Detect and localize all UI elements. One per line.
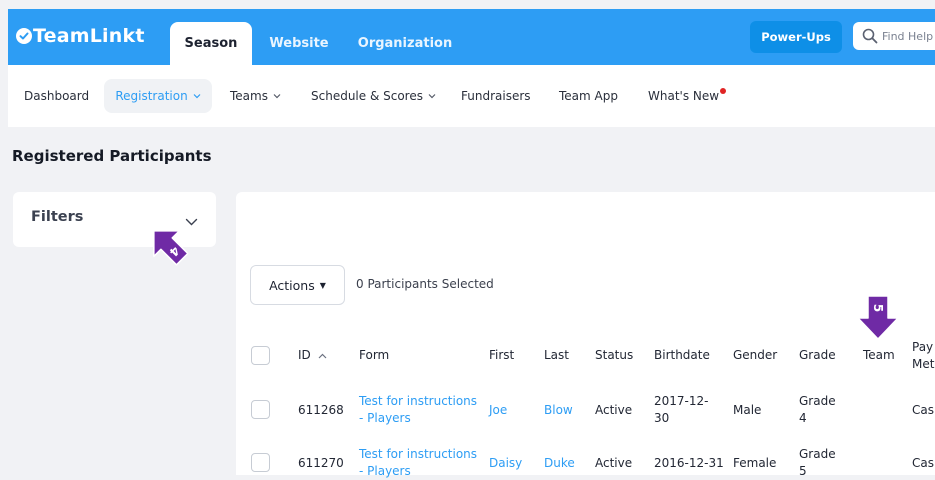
form-line1: Test for instructions	[359, 394, 478, 408]
cell-form-link[interactable]: Test for instructions - Players	[359, 393, 477, 427]
nav-label: Dashboard	[24, 89, 90, 103]
column-header-id[interactable]: ID	[298, 348, 327, 362]
column-header-grade[interactable]: Grade	[799, 348, 836, 362]
column-header-team[interactable]: Team	[863, 348, 895, 362]
column-header-last[interactable]: Last	[544, 348, 569, 362]
sort-up-icon	[318, 353, 327, 359]
cell-id: 611268	[298, 403, 344, 417]
chevron-down-icon	[428, 93, 436, 99]
nav-fundraisers[interactable]: Fundraisers	[461, 79, 531, 113]
header-label-line2: Met	[912, 357, 935, 371]
column-header-payment-method[interactable]: Pay Met	[912, 339, 934, 373]
column-header-first[interactable]: First	[489, 348, 514, 362]
actions-button[interactable]: Actions ▼	[250, 265, 345, 305]
nav-label: Fundraisers	[461, 89, 531, 103]
top-bar: TeamLinkt Season Website Organization Po…	[8, 9, 935, 65]
step-number: 5	[871, 304, 885, 312]
annotation-arrow-4: 4	[153, 230, 189, 266]
column-header-status[interactable]: Status	[595, 348, 633, 362]
tab-label: Season	[184, 36, 238, 51]
cell-grade: Grade 4	[799, 393, 836, 427]
cell-payment-method: Cas	[912, 456, 934, 470]
selection-count: 0 Participants Selected	[356, 277, 494, 291]
nav-label: Registration	[115, 89, 188, 103]
nav-whats-new[interactable]: What's New	[648, 79, 727, 113]
cell-status: Active	[595, 403, 633, 417]
power-ups-label: Power-Ups	[761, 30, 831, 44]
grade-line1: Grade	[799, 394, 836, 408]
nav-label: What's New	[648, 89, 720, 103]
check-circle-icon	[16, 28, 32, 44]
row-checkbox[interactable]	[251, 453, 270, 472]
actions-label: Actions	[269, 277, 315, 293]
nav-label: Teams	[230, 89, 268, 103]
nav-schedule-scores[interactable]: Schedule & Scores	[311, 79, 436, 113]
nav-dashboard[interactable]: Dashboard	[24, 79, 89, 113]
cell-last-link[interactable]: Blow	[544, 402, 573, 419]
birthdate-line1: 2017-12-	[654, 394, 709, 408]
cell-gender: Female	[733, 456, 777, 470]
header-label: ID	[298, 348, 311, 362]
nav-label: Schedule & Scores	[311, 89, 423, 103]
tab-label: Website	[269, 36, 329, 51]
sub-navigation: Dashboard Registration Teams Schedule & …	[8, 65, 935, 127]
nav-teams[interactable]: Teams	[230, 79, 281, 113]
page-title: Registered Participants	[12, 147, 212, 165]
column-header-form[interactable]: Form	[359, 348, 389, 362]
nav-registration[interactable]: Registration	[104, 79, 212, 113]
grade-line2: 4	[799, 411, 807, 425]
annotation-arrow-5: 5	[857, 295, 899, 340]
form-line2: - Players	[359, 411, 411, 425]
grade-line2: 5	[799, 464, 807, 478]
find-help-search[interactable]	[853, 22, 935, 50]
tab-label: Organization	[357, 36, 453, 51]
power-ups-button[interactable]: Power-Ups	[750, 21, 842, 53]
caret-down-icon: ▼	[319, 280, 326, 290]
teamlinkt-logo[interactable]: TeamLinkt	[16, 23, 145, 49]
tab-season[interactable]: Season	[170, 22, 252, 65]
form-line2: - Players	[359, 464, 411, 478]
filters-label: Filters	[31, 209, 84, 225]
tab-website[interactable]: Website	[264, 22, 334, 65]
notification-dot	[720, 88, 727, 94]
column-header-birthdate[interactable]: Birthdate	[654, 348, 710, 362]
grade-line1: Grade	[799, 447, 836, 461]
birthdate-line2: 30	[654, 411, 670, 425]
select-all-checkbox[interactable]	[251, 346, 270, 365]
cell-status: Active	[595, 456, 633, 470]
cell-first-link[interactable]: Daisy	[489, 455, 522, 472]
nav-label: Team App	[559, 89, 618, 103]
cell-payment-method: Cas	[912, 403, 934, 417]
header-label-line1: Pay	[912, 340, 934, 354]
find-help-input[interactable]	[882, 29, 935, 43]
cell-birthdate: 2016-12-31	[654, 456, 724, 470]
search-icon	[862, 28, 878, 44]
tab-organization[interactable]: Organization	[355, 22, 455, 65]
participants-card	[236, 192, 935, 475]
cell-id: 611270	[298, 456, 344, 470]
nav-team-app[interactable]: Team App	[559, 79, 618, 113]
cell-birthdate: 2017-12- 30	[654, 393, 708, 427]
chevron-down-icon	[193, 93, 201, 99]
chevron-down-icon	[273, 93, 281, 99]
form-line1: Test for instructions	[359, 447, 478, 461]
cell-gender: Male	[733, 403, 762, 417]
cell-first-link[interactable]: Joe	[489, 402, 507, 419]
column-header-gender[interactable]: Gender	[733, 348, 777, 362]
brand-name: TeamLinkt	[33, 25, 145, 47]
row-checkbox[interactable]	[251, 400, 270, 419]
cell-last-link[interactable]: Duke	[544, 455, 575, 472]
